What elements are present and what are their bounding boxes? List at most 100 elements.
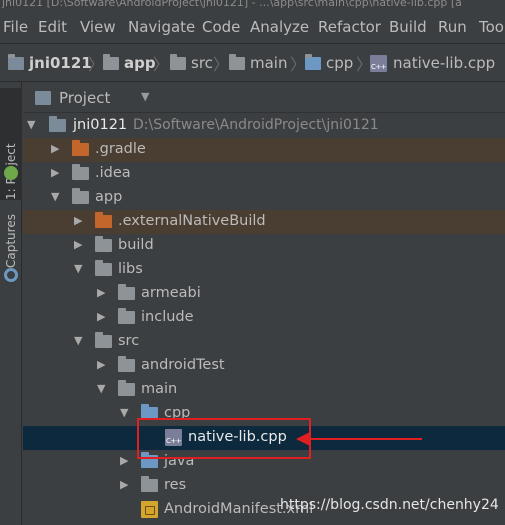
breadcrumb-separator-icon: 〉 (290, 55, 307, 74)
tree-label: include (141, 309, 194, 325)
tree-row-armeabi[interactable]: ▶ armeabi (23, 282, 505, 306)
annotation-arrow-head-icon (296, 432, 310, 446)
tree-row-main[interactable]: ▼ main (23, 378, 505, 402)
tree-row-libs[interactable]: ▼ libs (23, 258, 505, 282)
expanded-arrow-icon[interactable]: ▼ (74, 263, 84, 275)
collapsed-arrow-icon[interactable]: ▶ (97, 287, 107, 299)
tree-row-androidtest[interactable]: ▶ androidTest (23, 354, 505, 378)
folder-icon (305, 53, 321, 70)
tree-row-gradle[interactable]: ▶ .gradle (23, 138, 505, 162)
menu-edit[interactable]: Edit (38, 18, 67, 36)
project-folder-icon (8, 53, 24, 70)
collapsed-arrow-icon[interactable]: ▶ (97, 311, 107, 323)
breadcrumb-separator-icon: 〉 (88, 55, 105, 74)
expanded-arrow-icon[interactable]: ▼ (51, 191, 61, 203)
folder-icon (170, 53, 186, 70)
tree-label: src (118, 333, 140, 349)
tree-row-app[interactable]: ▼ app (23, 186, 505, 210)
menu-code[interactable]: Code (202, 18, 240, 36)
expanded-arrow-icon[interactable]: ▼ (97, 383, 107, 395)
menu-tools[interactable]: Too (479, 18, 504, 36)
tree-label: .gradle (95, 141, 146, 157)
breadcrumb-src[interactable]: src (170, 53, 213, 73)
expanded-arrow-icon[interactable]: ▼ (27, 119, 37, 131)
breadcrumb-project-label: jni0121 (29, 54, 92, 72)
tree-label: build (118, 237, 154, 253)
menu-run[interactable]: Run (438, 18, 467, 36)
breadcrumb-separator-icon: 〉 (153, 55, 170, 74)
breadcrumb-cpp-label: cpp (326, 54, 354, 72)
tab-project-label: 1: Project (4, 143, 18, 200)
menu-view[interactable]: View (80, 18, 116, 36)
breadcrumb-project[interactable]: jni0121 (8, 53, 92, 73)
breadcrumb-app-label: app (124, 54, 156, 72)
folder-icon (118, 284, 135, 300)
expanded-arrow-icon[interactable]: ▼ (120, 407, 130, 419)
collapsed-arrow-icon[interactable]: ▶ (120, 455, 130, 467)
xml-file-icon (141, 501, 158, 518)
collapsed-arrow-icon[interactable]: ▶ (74, 239, 84, 251)
tab-project[interactable]: 1: Project (0, 88, 22, 200)
tool-window-strip: 1: Project Captures (0, 82, 22, 525)
collapsed-arrow-icon[interactable]: ▶ (51, 167, 61, 179)
menu-navigate[interactable]: Navigate (128, 18, 195, 36)
tree-row-src[interactable]: ▼ src (23, 330, 505, 354)
folder-icon (141, 476, 158, 492)
tree-label: main (141, 381, 178, 397)
tree-label: jni0121 (73, 117, 128, 133)
watermark: https://blog.csdn.net/chenhy24 (280, 497, 499, 513)
menu-build[interactable]: Build (389, 18, 427, 36)
collapsed-arrow-icon[interactable]: ▶ (74, 215, 84, 227)
breadcrumb-cpp[interactable]: cpp (305, 53, 353, 73)
tree-label: androidTest (141, 357, 225, 373)
folder-icon (229, 53, 245, 70)
annotation-highlight-box (137, 418, 311, 459)
tree-label: libs (118, 261, 143, 277)
tab-captures[interactable]: Captures (0, 204, 22, 268)
tree-row-build[interactable]: ▶ build (23, 234, 505, 258)
breadcrumb-file-label: native-lib.cpp (393, 54, 496, 72)
tree-row-root[interactable]: ▼ jni0121 D:\Software\AndroidProject\jni… (23, 114, 505, 138)
tree-path: D:\Software\AndroidProject\jni0121 (133, 117, 379, 133)
project-view-selector[interactable]: Project (59, 89, 110, 107)
tree-label: .idea (95, 165, 131, 181)
tree-label: app (95, 189, 123, 205)
dropdown-arrow-icon[interactable]: ▼ (141, 90, 149, 103)
breadcrumb-main-label: main (250, 54, 288, 72)
module-folder-icon (72, 188, 89, 204)
project-panel-header: Project ▼ (23, 83, 505, 113)
collapsed-arrow-icon[interactable]: ▶ (51, 143, 61, 155)
annotation-arrow-line (310, 438, 422, 440)
folder-icon (118, 308, 135, 324)
breadcrumb-file[interactable]: native-lib.cpp (370, 53, 495, 73)
collapsed-arrow-icon[interactable]: ▶ (120, 479, 130, 491)
menu-file[interactable]: File (3, 18, 28, 36)
breadcrumb-main[interactable]: main (229, 53, 287, 73)
expanded-arrow-icon[interactable]: ▼ (74, 335, 84, 347)
tab-captures-label: Captures (4, 214, 18, 268)
module-folder-icon (103, 53, 119, 70)
menu-refactor[interactable]: Refactor (318, 18, 381, 36)
breadcrumb-src-label: src (191, 54, 213, 72)
window-title-bar: jni0121 [D:\Software\AndroidProject\jni0… (0, 0, 505, 12)
collapsed-arrow-icon[interactable]: ▶ (97, 359, 107, 371)
folder-icon (118, 380, 135, 396)
tree-row-res[interactable]: ▶ res (23, 474, 505, 498)
tree-label: res (164, 477, 187, 493)
folder-icon (95, 332, 112, 348)
captures-icon (4, 268, 18, 282)
folder-icon (72, 164, 89, 180)
menu-bar: File Edit View Navigate Code Analyze Ref… (0, 12, 505, 44)
folder-icon (118, 356, 135, 372)
tree-label: armeabi (141, 285, 201, 301)
menu-analyze[interactable]: Analyze (250, 18, 309, 36)
tree-label: .externalNativeBuild (118, 213, 266, 229)
breadcrumb-app[interactable]: app (103, 53, 156, 73)
project-folder-icon (49, 116, 66, 132)
breadcrumb-separator-icon: 〉 (213, 55, 230, 74)
tree-row-externalnativebuild[interactable]: ▶ .externalNativeBuild (23, 210, 505, 234)
tree-row-idea[interactable]: ▶ .idea (23, 162, 505, 186)
tree-row-include[interactable]: ▶ include (23, 306, 505, 330)
cpp-file-icon (370, 54, 387, 72)
folder-icon (95, 260, 112, 276)
